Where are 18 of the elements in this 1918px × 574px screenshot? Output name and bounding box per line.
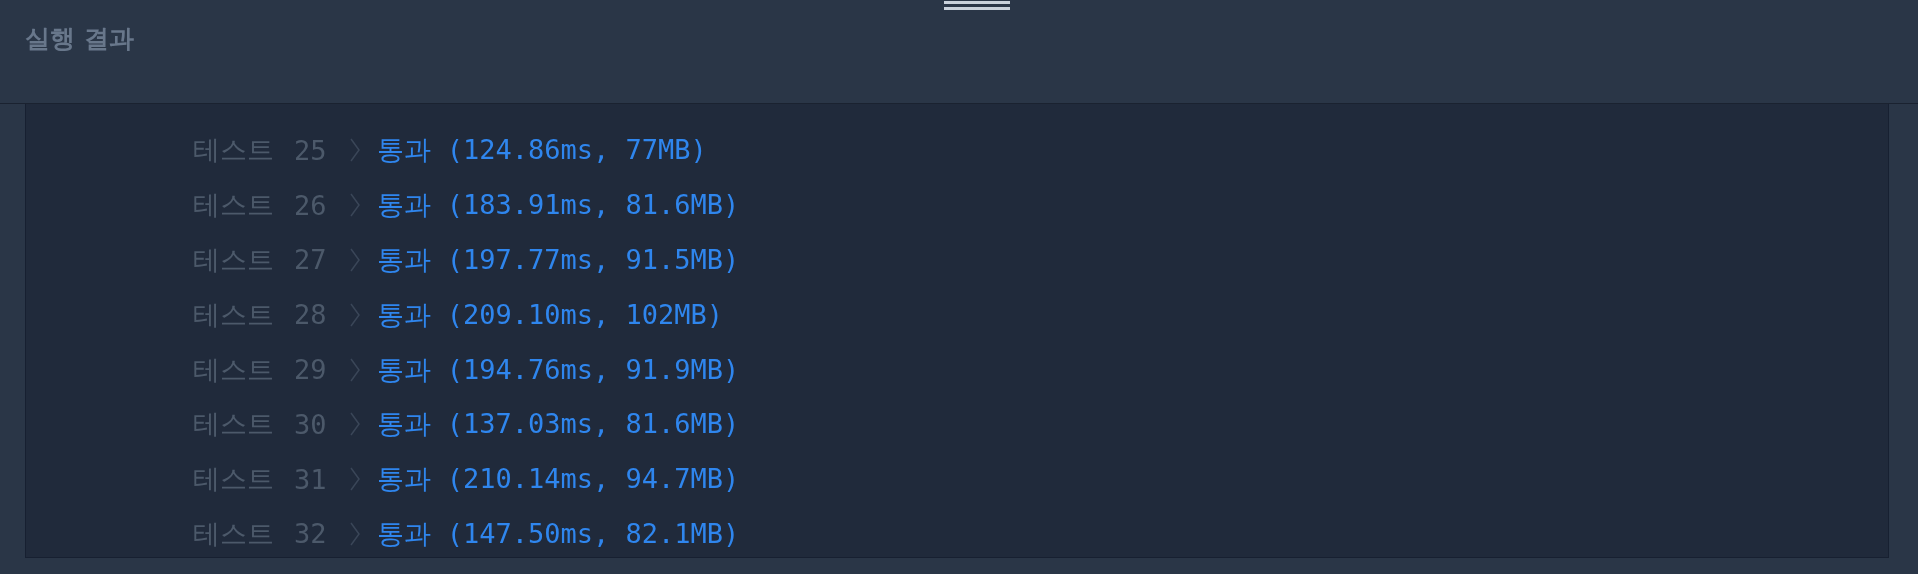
chevron-icon [348,411,361,438]
chevron-icon [348,301,361,328]
chevron-icon [348,137,361,164]
test-result: 통과 (137.03ms, 81.6MB) [376,407,740,442]
test-result: 통과 (209.10ms, 102MB) [376,297,724,332]
test-result: 통과 (194.76ms, 91.9MB) [376,352,740,387]
chevron-icon [348,466,361,493]
test-result: 통과 (183.91ms, 81.6MB) [376,188,740,223]
panel-title: 실행 결과 [25,23,134,55]
chevron-icon [348,192,361,219]
chevron-icon [348,247,361,273]
test-result: 통과 (210.14ms, 94.7MB) [376,462,740,497]
test-result: 통과 (197.77ms, 91.5MB) [376,243,740,277]
test-result: 통과 (147.50ms, 82.1MB) [376,516,740,551]
test-result: 통과 (124.86ms, 77MB) [376,133,707,168]
resize-handle-icon[interactable] [944,0,1010,12]
chevron-icon [348,520,361,547]
chevron-icon [348,356,361,383]
